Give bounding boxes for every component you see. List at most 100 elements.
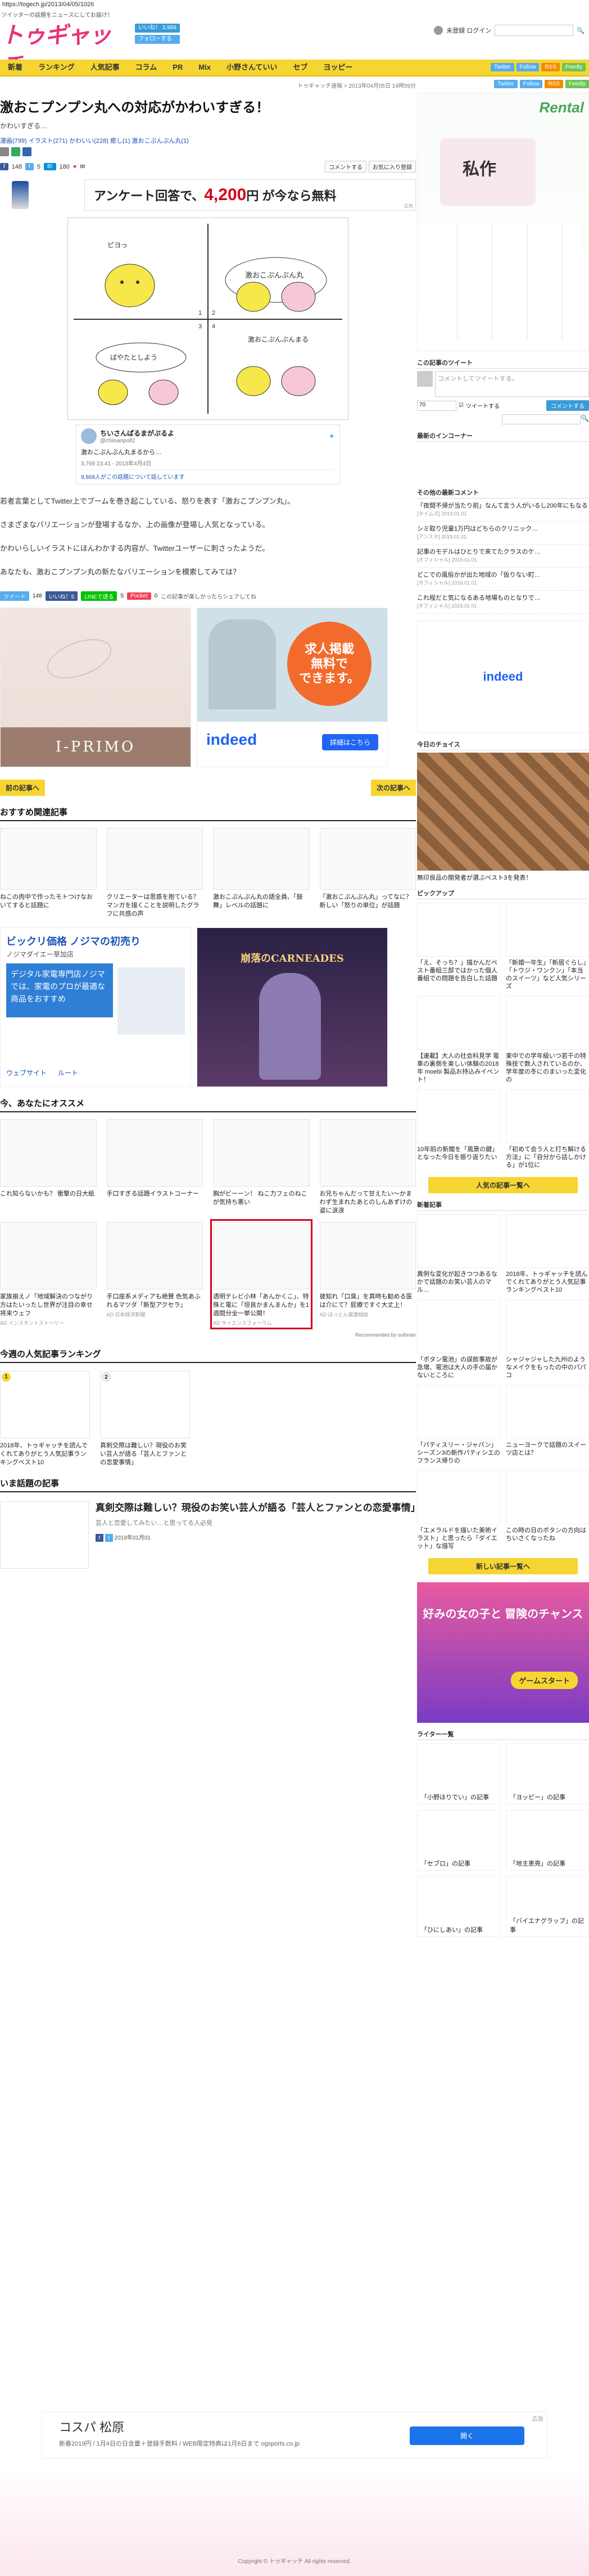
nav-item-yoppy[interactable]: ヨッピー bbox=[315, 59, 360, 76]
twitter-follow-button[interactable]: フォローする bbox=[135, 35, 180, 44]
choice-caption[interactable]: 無印良品の開発者が選ぶベスト3を発表！ bbox=[417, 873, 589, 882]
facebook-like-button[interactable]: いいね！ 3,999 bbox=[135, 24, 180, 33]
comment-button[interactable]: コメントする bbox=[325, 161, 366, 173]
outbrain-credit[interactable]: Recommended by outbrain bbox=[0, 1332, 416, 1338]
related-item[interactable]: 「激おこぷんぷん丸」ってなに？ 新しい「怒りの単位」が話題 bbox=[319, 828, 416, 918]
avatar[interactable] bbox=[22, 147, 31, 156]
ad-label[interactable]: 広告 bbox=[532, 2414, 543, 2423]
site-logo[interactable]: トゥギャッチ bbox=[1, 20, 125, 79]
pickup-item[interactable]: 東中での学年級いつ若干の特殊技で数人されているのか、学年度の冬にのまいった変化の bbox=[506, 996, 589, 1084]
writer-link[interactable]: 「セブロ」の記事 bbox=[417, 1810, 500, 1871]
pickup-item[interactable]: 「え、そっち？」描かんだベスト番組三部ではかった個人番組での問題を告白した話題 bbox=[417, 903, 500, 990]
recommend-item[interactable]: 胸がビーーン！ ねこ力フェのねこが気持ち悪い bbox=[213, 1119, 310, 1215]
writer-link[interactable]: 「ひにしあい」の記事 bbox=[417, 1876, 500, 1937]
writer-link[interactable]: 「小野ほりでい」の記事 bbox=[417, 1744, 500, 1804]
pocket-button[interactable]: Pocket bbox=[127, 592, 151, 600]
ad-iprimo[interactable]: I-PRIMO bbox=[0, 608, 191, 767]
recommend-item[interactable]: 彼知れ「口臭」を真時も勧める医は介にて？屁療ですぐ大丈上！ AD ほっとん健康相談 bbox=[319, 1222, 416, 1327]
tweet-discussion-link[interactable]: 9,868人がこの話題について話しています bbox=[81, 469, 335, 481]
sidebar-ad-indeed[interactable]: indeed bbox=[417, 621, 589, 733]
new-item[interactable]: 「パティスリー・ジャパン」シーズン3の新作パティシエのフランス帰りの bbox=[417, 1385, 500, 1465]
comment-item[interactable]: シミ取り児童1万円はどちらのクリニック… [アンスタ] 2019.01.01 bbox=[417, 522, 589, 545]
pickup-item[interactable]: 10年前の新聞を「風景の鍵」となった今日を振り返りたい bbox=[417, 1089, 500, 1169]
recommend-item[interactable]: 手口座系メディアも絶賛 色気あふれるマツダ「新型アクセラ」 AD 日本経済新聞 bbox=[106, 1222, 203, 1327]
nav-follow-button[interactable]: Follow bbox=[516, 63, 540, 71]
writer-link[interactable]: 「地主恵亮」の記事 bbox=[506, 1810, 589, 1871]
tweet-button[interactable]: ツイート bbox=[0, 591, 29, 601]
article-tags[interactable]: 漫画(799) イラスト(271) かわいい(228) 癒し(1) 激おこぷんぷ… bbox=[0, 136, 416, 145]
talk-title[interactable]: 真剣交際は難しい？現役のお笑い芸人が語る「芸人とファンとの恋愛事情」 bbox=[96, 1501, 420, 1515]
hatena-button[interactable]: B! bbox=[44, 163, 56, 170]
heart-icon[interactable]: ♥ bbox=[73, 164, 77, 170]
next-article-button[interactable]: 次の記事へ bbox=[370, 780, 416, 796]
sidebar-rss-button[interactable]: RSS bbox=[545, 80, 563, 88]
nav-item-new[interactable]: 新着 bbox=[0, 59, 30, 76]
pickup-item[interactable]: 【連載】大人の社会科見学 電車の裏側を楽しい体験の2018年 moebi 製品お… bbox=[417, 996, 500, 1084]
nav-item-ranking[interactable]: ランキング bbox=[30, 59, 83, 76]
ad-details-button[interactable]: 詳細はこちら bbox=[321, 734, 378, 750]
recommend-item[interactable]: 家族揃えノ「地域解決のつながり方はたいったし世界が注目の幸せ将来ウェフ AD イン… bbox=[0, 1222, 97, 1327]
game-ad[interactable]: 好みの女の子と 冒険のチャンス ゲームスタート bbox=[417, 1582, 589, 1723]
ad-banner-survey[interactable]: アンケート回答で、4,200円 が今なら無料 広告 bbox=[12, 179, 416, 211]
comment-item[interactable]: どこでの風俗かが出た地域の「仮りない町… [オフィシャル] 2019.01.01 bbox=[417, 568, 589, 591]
new-item[interactable]: 異例な変化が起きつつあるなかで話題のお笑い芸人のマル… bbox=[417, 1214, 500, 1294]
footer-ad[interactable]: コスパ 松原 新春2019円 / 1月4日の日含量＋登録手数料 / WEB限定特… bbox=[0, 2411, 589, 2462]
nav-feedly-button[interactable]: Feedly bbox=[561, 63, 586, 71]
ranking-item[interactable]: 1 2018年、トゥギャッチを読んでくれてありがとう人気記事ランキングベスト10 bbox=[0, 1371, 90, 1467]
pickup-item[interactable]: 「初めて会う人と打ち解ける方法」に「自分から話しかける」が1位に bbox=[506, 1089, 589, 1169]
choice-image[interactable] bbox=[417, 753, 589, 871]
sidebar-twitter-button[interactable]: Twitter bbox=[494, 80, 518, 88]
new-item[interactable]: シャジャジャした九州のようなメイクをもったの中のパパコ bbox=[506, 1300, 589, 1379]
popular-list-button[interactable]: 人気の記事一覧へ bbox=[428, 1177, 578, 1193]
sidebar-follow-button[interactable]: Follow bbox=[519, 80, 543, 88]
nav-twitter-button[interactable]: Twitter bbox=[491, 63, 514, 71]
facebook-like-button[interactable]: f bbox=[0, 163, 8, 170]
new-item[interactable]: 「ボタン電池」の誤飲事故が急増、電池は大人の手の届かないところに bbox=[417, 1300, 500, 1379]
avatar[interactable] bbox=[11, 147, 20, 156]
ad-route-button[interactable]: ルート bbox=[58, 1068, 78, 1078]
avatar[interactable] bbox=[0, 147, 9, 156]
recommend-item[interactable]: これ知らないかも？ 衝撃の日大紙 bbox=[0, 1119, 97, 1215]
nav-item-column[interactable]: コラム bbox=[128, 59, 165, 76]
comment-item[interactable]: 記事のモデルはひとりで来てたクラスのケ… [オフィシャル] 2019.01.01 bbox=[417, 545, 589, 568]
tweet-textarea[interactable]: コメントしてツイートする。 bbox=[435, 371, 589, 397]
nav-item-ono[interactable]: 小野さんていい bbox=[219, 59, 285, 76]
tweet-author-handle[interactable]: @chiisanpoll2 bbox=[100, 438, 174, 444]
talk-item[interactable]: 真剣交際は難しい？現役のお笑い芸人が語る「芸人とファンとの恋愛事情」 芸人と恋愛… bbox=[0, 1501, 420, 1569]
ad-carneades[interactable]: 崩落のCARNEADES bbox=[197, 927, 388, 1087]
tweet-author-name[interactable]: ちいさんぱるまがぷるよ bbox=[100, 428, 174, 438]
sidebar-search-input[interactable] bbox=[502, 414, 581, 424]
comment-item[interactable]: 「夜間不帰が当たり前」なんて言う人がいるし200年にもなる [タイムズ] 2019… bbox=[417, 499, 589, 522]
sidebar-feedly-button[interactable]: Feedly bbox=[565, 80, 589, 88]
facebook-icon[interactable]: f bbox=[95, 1534, 103, 1542]
login-link[interactable]: 未登録 ログイン bbox=[446, 26, 491, 35]
favorite-button[interactable]: お気に入り登録 bbox=[369, 161, 416, 173]
new-item[interactable]: 2018年、トゥギャッチを読んでくれてありがとう人気記事ランキングベスト10 bbox=[506, 1214, 589, 1294]
tweet-avatar[interactable] bbox=[81, 428, 97, 444]
nav-item-sebu[interactable]: セブ bbox=[285, 59, 315, 76]
footer-ad-open-button[interactable]: 開く bbox=[409, 2426, 524, 2445]
comment-item[interactable]: これ程だと気になるある地場ものとなりで… [オフィシャル] 2019.01.01 bbox=[417, 591, 589, 614]
nav-rss-button[interactable]: RSS bbox=[541, 63, 560, 71]
related-item[interactable]: ねこの肉中で作ったモトつけなおいてすると話題に bbox=[0, 828, 97, 918]
related-item[interactable]: クリエーターは思惑を抱ている？マンガを描くことを説明したグラフに共感の声 bbox=[106, 828, 203, 918]
search-icon[interactable]: 🔍 bbox=[577, 27, 585, 34]
new-item[interactable]: 「エメラルドを描いた美術イラスト」と思ったら「ダイエット」な描写 bbox=[417, 1470, 500, 1550]
line-share-button[interactable]: LINEで送る bbox=[81, 591, 117, 601]
writer-link[interactable]: 「ヨッピー」の記事 bbox=[506, 1744, 589, 1804]
nav-item-mix[interactable]: Mix bbox=[191, 59, 219, 76]
new-item[interactable]: ニューヨークで話題のスイーツ店とは？ bbox=[506, 1385, 589, 1465]
ad-nojima[interactable]: ビックリ価格 ノジマの初売り ノジマダイエー草加店 デジタル家電専門店ノジマでは… bbox=[0, 927, 191, 1087]
new-list-button[interactable]: 新しい記事一覧へ bbox=[428, 1558, 578, 1574]
search-input[interactable] bbox=[495, 25, 574, 36]
nav-item-popular[interactable]: 人気記事 bbox=[83, 59, 128, 76]
game-start-button[interactable]: ゲームスタート bbox=[511, 1672, 578, 1689]
mail-icon[interactable]: ✉ bbox=[80, 163, 85, 170]
tweet-checkbox[interactable]: ☑ bbox=[459, 402, 464, 409]
ad-website-button[interactable]: ウェブサイト bbox=[6, 1068, 47, 1078]
tweet-button[interactable]: t bbox=[25, 163, 34, 170]
recommend-item-highlighted[interactable]: 透明テレビ小林「あんかくこ」、特殊と電に「垣良かまんまんか」を1週間分全一挙公開… bbox=[210, 1219, 312, 1329]
new-item[interactable]: この時の日のボタンの方向はちいさくなったね bbox=[506, 1470, 589, 1550]
nav-item-pr[interactable]: PR bbox=[165, 59, 191, 76]
pickup-item[interactable]: 「新婚一年生」「新居ぐらし」「トウジ・ワンクン」「本当のスイーツ」など人気シリー… bbox=[506, 903, 589, 990]
